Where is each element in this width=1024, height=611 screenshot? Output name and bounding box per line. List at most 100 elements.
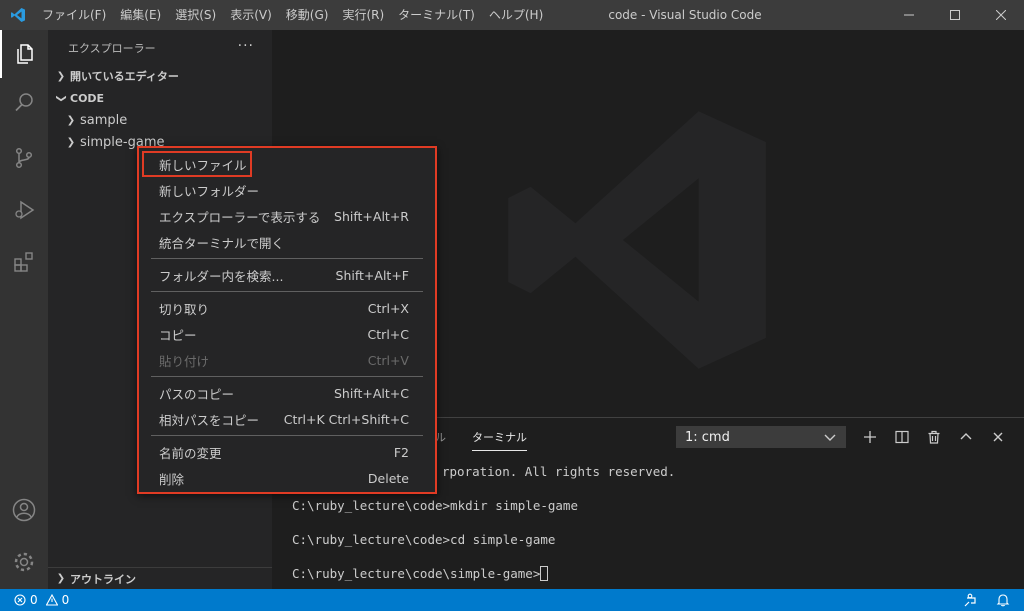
maximize-panel-button[interactable] (955, 426, 977, 448)
title-bar: ファイル(F) 編集(E) 選択(S) 表示(V) 移動(G) 実行(R) ター… (0, 0, 1024, 30)
close-window-button[interactable] (978, 0, 1024, 30)
split-icon (895, 430, 909, 444)
chevron-right-icon: ❯ (66, 114, 76, 126)
explorer-activity-button[interactable] (0, 30, 48, 78)
tree-item-sample[interactable]: ❯ sample (48, 109, 272, 131)
bell-icon[interactable] (996, 593, 1010, 607)
run-debug-activity-button[interactable] (0, 186, 48, 234)
menu-separator (151, 258, 423, 259)
folder-label: CODE (70, 91, 105, 105)
terminal-selector-value: 1: cmd (685, 429, 730, 445)
window-controls (886, 0, 1024, 30)
context-menu-item[interactable]: 新しいフォルダー (139, 177, 435, 203)
account-icon (12, 498, 36, 522)
kill-terminal-button[interactable] (923, 426, 945, 448)
menu-run[interactable]: 実行(R) (335, 0, 391, 30)
context-menu-item-label: 名前の変更 (159, 445, 222, 461)
tree-item-label: sample (80, 112, 128, 128)
trash-icon (928, 430, 940, 444)
context-menu-item[interactable]: コピー Ctrl+C (139, 321, 435, 347)
manage-activity-button[interactable] (0, 538, 48, 586)
source-control-activity-button[interactable] (0, 134, 48, 182)
context-menu-item[interactable]: フォルダー内を検索... Shift+Alt+F (139, 262, 435, 288)
context-menu-item[interactable]: 名前の変更 F2 (139, 439, 435, 465)
context-menu-shortcut: Shift+Alt+R (334, 208, 409, 224)
explorer-title: エクスプローラー (68, 41, 156, 55)
close-icon (996, 10, 1006, 20)
tab-terminal[interactable]: ターミナル (472, 429, 527, 451)
maximize-icon (950, 10, 960, 20)
open-editors-section[interactable]: ❯ 開いているエディター (48, 65, 272, 87)
menu-edit[interactable]: 編集(E) (113, 0, 168, 30)
error-count: 0 (30, 593, 38, 607)
more-actions-icon[interactable]: ··· (238, 38, 254, 54)
vscode-watermark-icon (497, 100, 777, 383)
menu-help[interactable]: ヘルプ(H) (482, 0, 550, 30)
context-menu-item[interactable]: 統合ターミナルで開く (139, 229, 435, 255)
context-menu-item[interactable]: 新しいファイル (139, 151, 435, 177)
menu-file[interactable]: ファイル(F) (35, 0, 113, 30)
chevron-right-icon: ❯ (66, 136, 76, 148)
context-menu-shortcut: Delete (367, 470, 409, 486)
context-menu-shortcut: F2 (393, 444, 409, 460)
terminal-line: C:\ruby_lecture\code>mkdir simple-game (292, 498, 578, 513)
context-menu-shortcut: Ctrl+C (367, 326, 409, 342)
context-menu-item-label: エクスプローラーで表示する (159, 209, 321, 225)
context-menu-shortcut: Shift+Alt+F (335, 267, 409, 283)
chevron-down-icon: ❯ (55, 93, 67, 103)
accounts-activity-button[interactable] (0, 486, 48, 534)
chevron-down-icon (824, 434, 836, 441)
menu-selection[interactable]: 選択(S) (168, 0, 223, 30)
context-menu-item-label: 貼り付け (159, 353, 210, 369)
context-menu-item-label: コピー (159, 327, 197, 343)
context-menu-item: 貼り付け Ctrl+V (139, 347, 435, 373)
open-editors-label: 開いているエディター (70, 70, 179, 83)
search-activity-button[interactable] (0, 78, 48, 126)
context-menu-item[interactable]: エクスプローラーで表示する Shift+Alt+R (139, 203, 435, 229)
context-menu-shortcut: Ctrl+V (367, 352, 409, 368)
context-menu-item-label: フォルダー内を検索... (159, 268, 284, 284)
plus-icon (864, 431, 876, 443)
context-menu-item-label: 切り取り (159, 301, 210, 317)
chevron-right-icon: ❯ (56, 573, 66, 584)
vscode-logo-icon[interactable] (0, 0, 35, 30)
activity-bar (0, 30, 48, 589)
menu-bar: ファイル(F) 編集(E) 選択(S) 表示(V) 移動(G) 実行(R) ター… (35, 0, 550, 30)
terminal-cursor (540, 566, 549, 581)
status-right (964, 589, 1010, 611)
menu-separator (151, 376, 423, 377)
folder-section[interactable]: ❯ CODE (48, 87, 272, 109)
close-icon (993, 432, 1003, 442)
menu-separator (151, 291, 423, 292)
terminal-line: C:\ruby_lecture\code>cd simple-game (292, 532, 556, 547)
close-panel-button[interactable] (987, 426, 1009, 448)
window-title: code - Visual Studio Code (608, 8, 762, 22)
terminal-selector[interactable]: 1: cmd (676, 426, 846, 448)
explorer-header: エクスプローラー ··· (48, 30, 272, 65)
feedback-icon[interactable] (964, 593, 978, 607)
outline-section[interactable]: ❯ アウトライン (48, 567, 272, 589)
menu-terminal[interactable]: ターミナル(T) (391, 0, 482, 30)
context-menu-item-label: 新しいフォルダー (159, 183, 260, 199)
files-icon (17, 44, 33, 64)
maximize-button[interactable] (932, 0, 978, 30)
context-menu-item[interactable]: パスのコピー Shift+Alt+C (139, 380, 435, 406)
extensions-activity-button[interactable] (0, 238, 48, 286)
split-terminal-button[interactable] (891, 426, 913, 448)
extensions-icon (14, 252, 33, 272)
run-debug-icon (15, 200, 35, 220)
explorer-context-menu: 新しいファイル新しいフォルダーエクスプローラーで表示する Shift+Alt+R 統… (137, 146, 437, 494)
context-menu-item[interactable]: 相対パスをコピー Ctrl+K Ctrl+Shift+C (139, 406, 435, 432)
outline-label: アウトライン (70, 572, 136, 586)
menu-view[interactable]: 表示(V) (223, 0, 279, 30)
warning-icon (45, 594, 58, 606)
minimize-icon (904, 14, 914, 16)
context-menu-item[interactable]: 削除 Delete (139, 465, 435, 491)
context-menu-item[interactable]: 切り取り Ctrl+X (139, 295, 435, 321)
problems-status[interactable]: 0 0 (0, 593, 69, 607)
minimize-button[interactable] (886, 0, 932, 30)
context-menu-shortcut: Ctrl+K Ctrl+Shift+C (283, 411, 409, 427)
menu-go[interactable]: 移動(G) (279, 0, 336, 30)
context-menu-shortcut: Ctrl+X (367, 300, 409, 316)
new-terminal-button[interactable] (859, 426, 881, 448)
